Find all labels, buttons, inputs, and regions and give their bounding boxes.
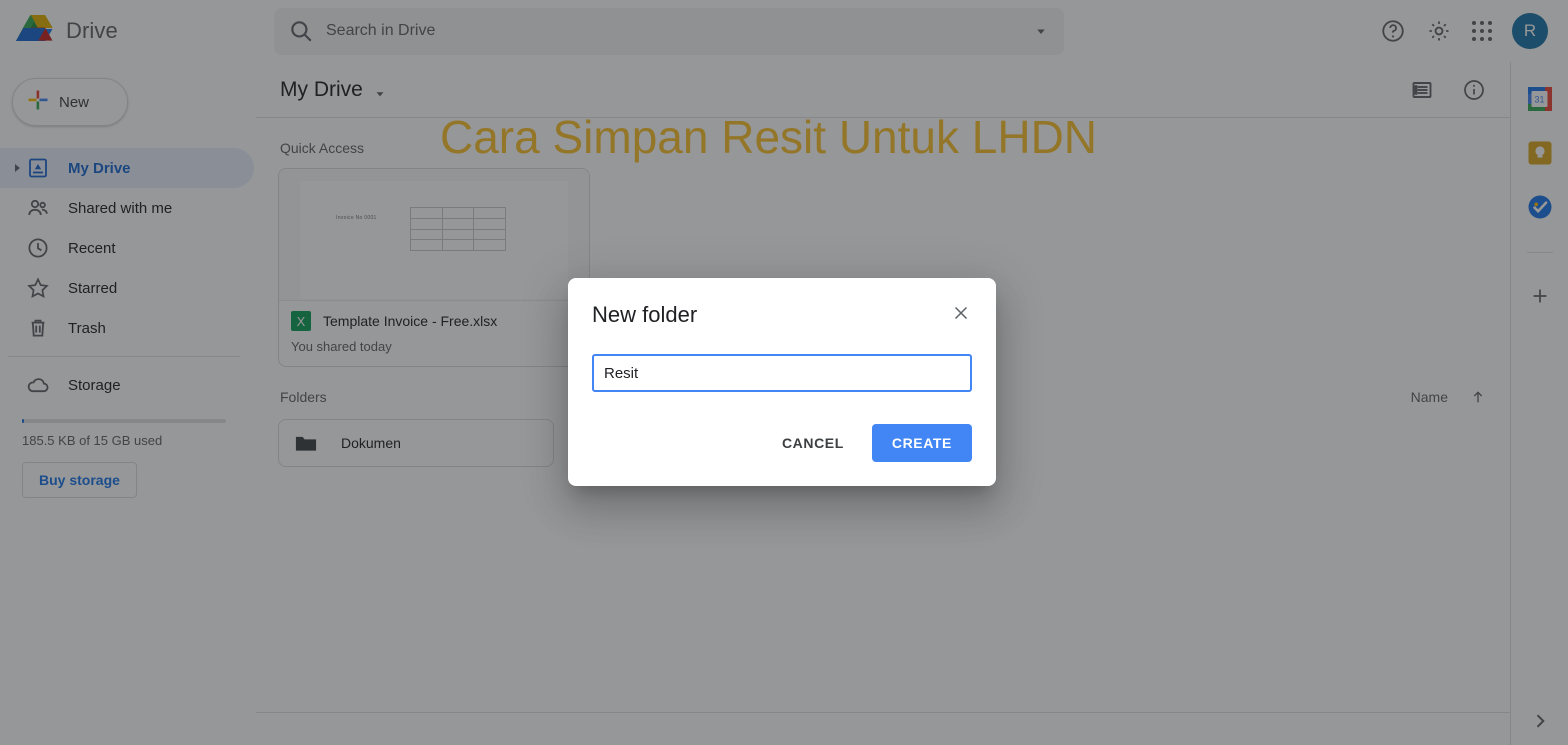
dialog-title: New folder [592,302,698,327]
dialog-actions: CANCEL CREATE [592,424,972,462]
create-button[interactable]: CREATE [871,424,972,462]
folder-name-input[interactable] [592,354,972,392]
cancel-button[interactable]: CANCEL [768,425,858,461]
new-folder-dialog: New folder CANCEL CREATE [568,278,996,486]
dialog-header: New folder [592,302,972,328]
close-icon[interactable] [950,302,972,324]
